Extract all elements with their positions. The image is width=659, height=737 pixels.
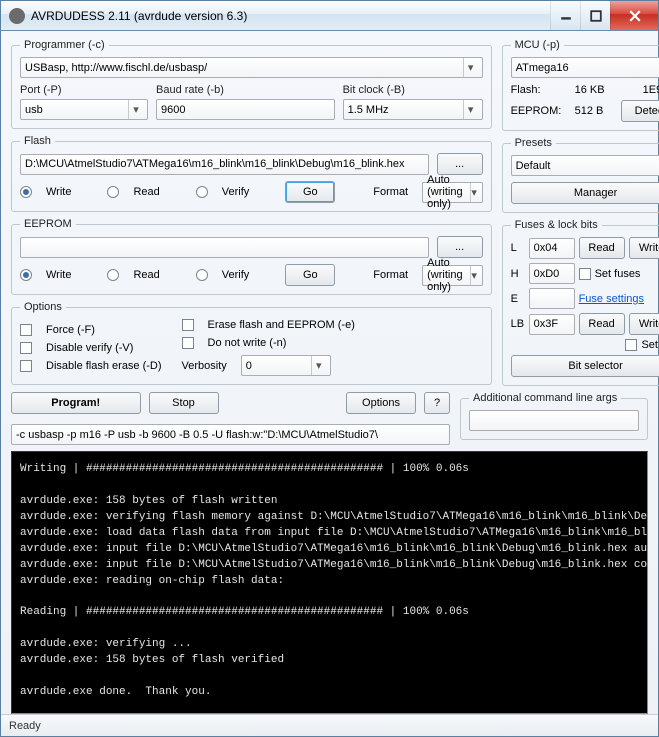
fuse-write-button[interactable]: Write — [629, 237, 659, 259]
chevron-down-icon: ▾ — [463, 58, 478, 77]
lock-read-button[interactable]: Read — [579, 313, 625, 335]
statusbar: Ready — [1, 714, 658, 736]
setlock-checkbox[interactable] — [625, 339, 637, 351]
stop-button[interactable]: Stop — [149, 392, 219, 414]
eeprom-path-input[interactable] — [20, 237, 429, 258]
flash-group: Flash ... Write Read Verify Go — [11, 135, 492, 212]
eeprom-go-button[interactable]: Go — [285, 264, 335, 286]
options-button[interactable]: Options — [346, 392, 416, 414]
eeprom-verify-radio[interactable] — [196, 269, 208, 281]
chevron-down-icon: ▾ — [470, 266, 478, 285]
extra-args-group: Additional command line args — [460, 392, 648, 440]
program-button[interactable]: Program! — [11, 392, 141, 414]
disable-erase-checkbox[interactable]: Disable flash erase (-D) — [20, 360, 162, 372]
preset-manager-button[interactable]: Manager — [511, 182, 659, 204]
chevron-down-icon: ▾ — [463, 100, 478, 119]
close-button[interactable] — [610, 1, 658, 30]
force-checkbox[interactable]: Force (-F) — [20, 324, 162, 336]
fuse-lb-input[interactable] — [529, 314, 575, 335]
flash-go-button[interactable]: Go — [285, 181, 335, 203]
baud-input[interactable] — [156, 99, 335, 120]
window-buttons — [550, 1, 658, 30]
setfuses-checkbox[interactable] — [579, 268, 591, 280]
window-title: AVRDUDESS 2.11 (avrdude version 6.3) — [31, 9, 550, 23]
fuse-h-input[interactable] — [529, 263, 575, 284]
fuse-e-input[interactable] — [529, 288, 575, 309]
bitclock-select[interactable]: 1.5 MHz▾ — [343, 99, 483, 120]
extra-args-input[interactable] — [469, 410, 639, 431]
flash-write-radio[interactable] — [20, 186, 32, 198]
programmer-legend: Programmer (-c) — [20, 39, 109, 51]
fuse-read-button[interactable]: Read — [579, 237, 625, 259]
preset-select[interactable]: Default▾ — [511, 155, 659, 176]
help-button[interactable]: ? — [424, 392, 450, 414]
cmdline-display[interactable] — [11, 424, 450, 445]
programmer-group: Programmer (-c) USBasp, http://www.fisch… — [11, 39, 492, 129]
detect-button[interactable]: Detect — [621, 100, 659, 122]
fuse-l-input[interactable] — [529, 238, 575, 259]
minimize-button[interactable] — [550, 1, 580, 30]
fuses-group: Fuses & lock bits LReadWrite HSet fuses … — [502, 219, 659, 386]
disable-verify-checkbox[interactable]: Disable verify (-V) — [20, 342, 162, 354]
eeprom-write-radio[interactable] — [20, 269, 32, 281]
flash-path-input[interactable] — [20, 154, 429, 175]
bit-selector-button[interactable]: Bit selector — [511, 355, 659, 377]
eeprom-format-select[interactable]: Auto (writing only)▾ — [422, 265, 482, 286]
app-window: AVRDUDESS 2.11 (avrdude version 6.3) Pro… — [0, 0, 659, 737]
port-select[interactable]: usb▾ — [20, 99, 148, 120]
eeprom-browse-button[interactable]: ... — [437, 236, 483, 258]
flash-verify-radio[interactable] — [196, 186, 208, 198]
titlebar[interactable]: AVRDUDESS 2.11 (avrdude version 6.3) — [1, 1, 658, 31]
console-output[interactable]: Writing | ##############################… — [11, 451, 648, 714]
content-area: Programmer (-c) USBasp, http://www.fisch… — [1, 31, 658, 714]
chevron-down-icon: ▾ — [311, 356, 326, 375]
eeprom-read-radio[interactable] — [107, 269, 119, 281]
eeprom-group: EEPROM ... Write Read Verify Go — [11, 218, 492, 295]
mcu-select[interactable]: ATmega16▾ — [511, 57, 659, 78]
lock-write-button[interactable]: Write — [629, 313, 659, 335]
nowrite-checkbox[interactable]: Do not write (-n) — [182, 337, 355, 349]
programmer-select[interactable]: USBasp, http://www.fischl.de/usbasp/▾ — [20, 57, 483, 78]
mcu-group: MCU (-p) ATmega16▾ Flash:16 KB1E9403 EEP… — [502, 39, 659, 131]
verbosity-select[interactable]: 0▾ — [241, 355, 331, 376]
presets-group: Presets Default▾ Manager — [502, 137, 659, 213]
app-icon — [9, 8, 25, 24]
flash-read-radio[interactable] — [107, 186, 119, 198]
chevron-down-icon: ▾ — [128, 100, 143, 119]
erase-checkbox[interactable]: Erase flash and EEPROM (-e) — [182, 319, 355, 331]
options-group: Options Force (-F) Disable verify (-V) D… — [11, 301, 492, 385]
maximize-button[interactable] — [580, 1, 610, 30]
flash-format-select[interactable]: Auto (writing only)▾ — [422, 182, 482, 203]
flash-browse-button[interactable]: ... — [437, 153, 483, 175]
fuse-settings-link[interactable]: Fuse settings — [579, 293, 644, 305]
chevron-down-icon: ▾ — [470, 183, 478, 202]
